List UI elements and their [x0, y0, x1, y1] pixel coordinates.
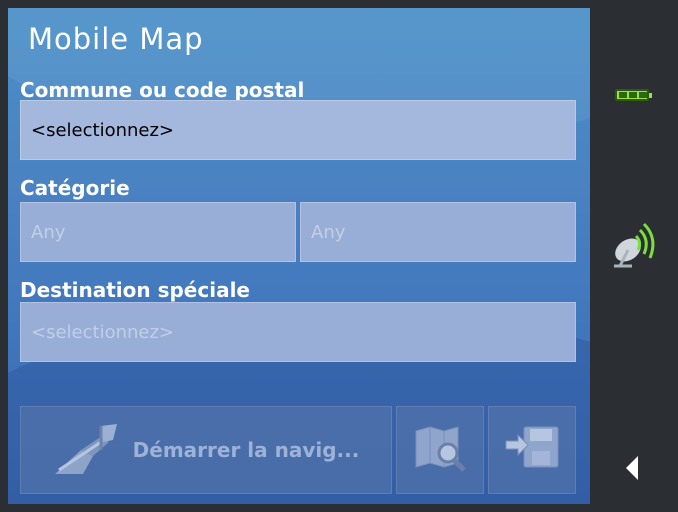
- route-icon: [53, 420, 123, 480]
- start-navigation-button[interactable]: Démarrer la navig...: [20, 406, 392, 494]
- categorie-field-2[interactable]: Any: [300, 202, 576, 262]
- app-title: Mobile Map: [28, 22, 204, 56]
- battery-icon: [615, 89, 652, 101]
- categorie-field-1[interactable]: Any: [20, 202, 296, 262]
- commune-label: Commune ou code postal: [20, 78, 305, 102]
- search-panel: Mobile Map Commune ou code postal <selec…: [8, 8, 590, 504]
- destination-field[interactable]: <selectionnez>: [20, 302, 576, 362]
- map-search-icon: [412, 423, 468, 477]
- save-button[interactable]: [488, 406, 576, 494]
- commune-field[interactable]: <selectionnez>: [20, 100, 576, 160]
- status-sidebar: [590, 0, 678, 512]
- start-navigation-label: Démarrer la navig...: [132, 438, 360, 462]
- map-search-button[interactable]: [396, 406, 484, 494]
- destination-label: Destination spéciale: [20, 278, 250, 302]
- back-arrow-icon[interactable]: [624, 454, 640, 486]
- save-disk-icon: [502, 423, 562, 477]
- categorie-label: Catégorie: [20, 176, 130, 200]
- satellite-dish-icon: [610, 220, 660, 274]
